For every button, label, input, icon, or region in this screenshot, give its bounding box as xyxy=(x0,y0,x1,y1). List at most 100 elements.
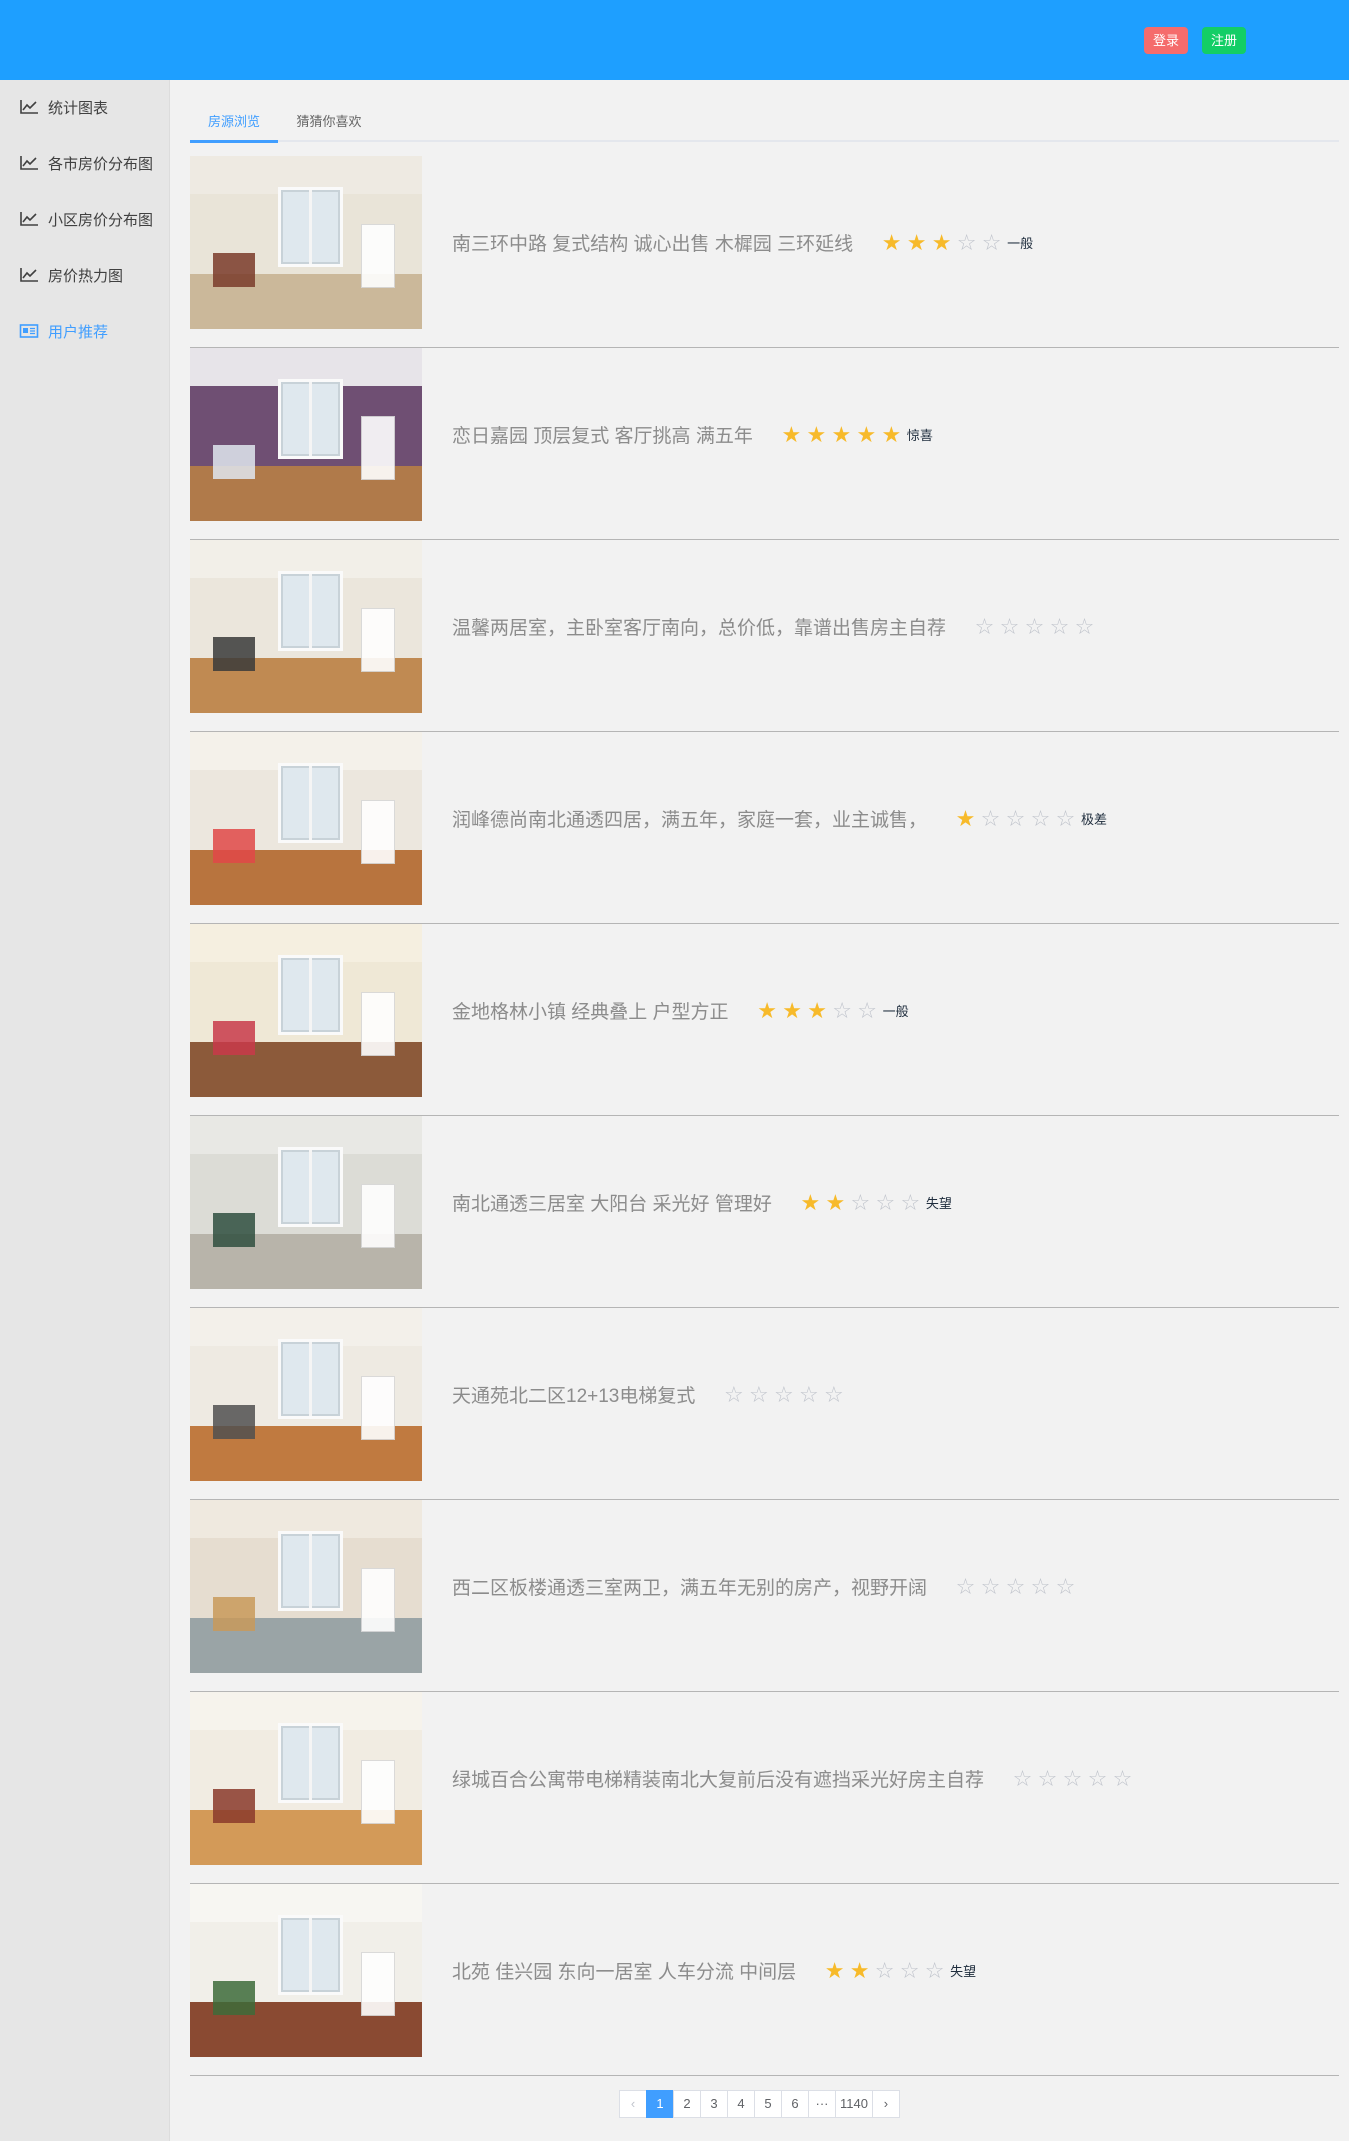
page-button-2[interactable]: 2 xyxy=(673,2090,701,2118)
sidebar-item-city-price-map[interactable]: 各市房价分布图 xyxy=(0,145,170,181)
sidebar-item-price-heatmap[interactable]: 房价热力图 xyxy=(0,257,170,293)
star-empty-icon[interactable]: ☆ xyxy=(1035,1767,1060,1790)
star-filled-icon[interactable]: ★ xyxy=(829,423,854,446)
listing-photo[interactable] xyxy=(190,348,422,521)
star-empty-icon[interactable]: ☆ xyxy=(979,231,1004,254)
listing-title[interactable]: 绿城百合公寓带电梯精装南北大复前后没有遮挡采光好房主自荐 xyxy=(452,1765,984,1792)
star-rating[interactable]: ★ ★ ☆ ☆ ☆ xyxy=(822,1959,947,1982)
star-rating[interactable]: ★ ★ ★ ★ ★ xyxy=(779,423,904,446)
star-filled-icon[interactable]: ★ xyxy=(779,423,804,446)
star-filled-icon[interactable]: ★ xyxy=(879,423,904,446)
star-rating[interactable]: ☆ ☆ ☆ ☆ ☆ xyxy=(721,1383,846,1406)
star-empty-icon[interactable]: ☆ xyxy=(1028,807,1053,830)
star-empty-icon[interactable]: ☆ xyxy=(997,615,1022,638)
prev-page-button[interactable]: ‹ xyxy=(619,2090,647,2118)
listing-photo[interactable] xyxy=(190,1308,422,1481)
tab-guess-you-like[interactable]: 猜猜你喜欢 xyxy=(286,102,372,142)
star-empty-icon[interactable]: ☆ xyxy=(855,999,880,1022)
listing-photo[interactable] xyxy=(190,1692,422,1865)
star-empty-icon[interactable]: ☆ xyxy=(821,1383,846,1406)
star-empty-icon[interactable]: ☆ xyxy=(1053,807,1078,830)
star-filled-icon[interactable]: ★ xyxy=(805,999,830,1022)
next-page-button[interactable]: › xyxy=(871,2090,900,2118)
page-button-6[interactable]: 6 xyxy=(781,2090,809,2118)
star-filled-icon[interactable]: ★ xyxy=(798,1191,823,1214)
star-empty-icon[interactable]: ☆ xyxy=(1085,1767,1110,1790)
listing-photo[interactable] xyxy=(190,924,422,1097)
listing-title[interactable]: 南北通透三居室 大阳台 采光好 管理好 xyxy=(452,1189,772,1216)
star-empty-icon[interactable]: ☆ xyxy=(1047,615,1072,638)
sidebar-item-user-recommend[interactable]: 用户推荐 xyxy=(0,313,170,349)
listing-title[interactable]: 西二区板楼通透三室两卫，满五年无别的房产，视野开阔 xyxy=(452,1573,927,1600)
star-filled-icon[interactable]: ★ xyxy=(780,999,805,1022)
listing-title[interactable]: 金地格林小镇 经典叠上 户型方正 xyxy=(452,997,729,1024)
star-empty-icon[interactable]: ☆ xyxy=(721,1383,746,1406)
star-empty-icon[interactable]: ☆ xyxy=(872,1959,897,1982)
star-rating[interactable]: ★ ★ ☆ ☆ ☆ xyxy=(798,1191,923,1214)
star-empty-icon[interactable]: ☆ xyxy=(796,1383,821,1406)
star-empty-icon[interactable]: ☆ xyxy=(771,1383,796,1406)
star-filled-icon[interactable]: ★ xyxy=(879,231,904,254)
star-filled-icon[interactable]: ★ xyxy=(804,423,829,446)
sidebar-item-community-price-map[interactable]: 小区房价分布图 xyxy=(0,201,170,237)
star-filled-icon[interactable]: ★ xyxy=(847,1959,872,1982)
listing-photo[interactable] xyxy=(190,1500,422,1673)
star-empty-icon[interactable]: ☆ xyxy=(848,1191,873,1214)
listing-title[interactable]: 润峰德尚南北通透四居，满五年，家庭一套，业主诚售， xyxy=(452,805,927,832)
star-empty-icon[interactable]: ☆ xyxy=(1003,807,1028,830)
star-empty-icon[interactable]: ☆ xyxy=(978,1575,1003,1598)
page-button-1[interactable]: 1 xyxy=(646,2090,674,2118)
star-filled-icon[interactable]: ★ xyxy=(854,423,879,446)
star-empty-icon[interactable]: ☆ xyxy=(897,1959,922,1982)
listing-photo[interactable] xyxy=(190,732,422,905)
star-filled-icon[interactable]: ★ xyxy=(929,231,954,254)
listing-title[interactable]: 恋日嘉园 顶层复式 客厅挑高 满五年 xyxy=(452,421,753,448)
star-filled-icon[interactable]: ★ xyxy=(904,231,929,254)
star-empty-icon[interactable]: ☆ xyxy=(1110,1767,1135,1790)
star-rating[interactable]: ★ ★ ★ ☆ ☆ xyxy=(755,999,880,1022)
star-empty-icon[interactable]: ☆ xyxy=(953,1575,978,1598)
star-filled-icon[interactable]: ★ xyxy=(822,1959,847,1982)
star-empty-icon[interactable]: ☆ xyxy=(1022,615,1047,638)
star-empty-icon[interactable]: ☆ xyxy=(1010,1767,1035,1790)
star-filled-icon[interactable]: ★ xyxy=(823,1191,848,1214)
star-empty-icon[interactable]: ☆ xyxy=(1053,1575,1078,1598)
star-rating[interactable]: ★ ★ ★ ☆ ☆ xyxy=(879,231,1004,254)
star-rating[interactable]: ☆ ☆ ☆ ☆ ☆ xyxy=(972,615,1097,638)
star-empty-icon[interactable]: ☆ xyxy=(873,1191,898,1214)
register-button[interactable]: 注册 xyxy=(1202,27,1247,54)
page-button-4[interactable]: 4 xyxy=(727,2090,755,2118)
listing-photo[interactable] xyxy=(190,1884,422,2057)
page-button-5[interactable]: 5 xyxy=(754,2090,782,2118)
star-empty-icon[interactable]: ☆ xyxy=(746,1383,771,1406)
star-empty-icon[interactable]: ☆ xyxy=(972,615,997,638)
star-empty-icon[interactable]: ☆ xyxy=(1003,1575,1028,1598)
star-filled-icon[interactable]: ★ xyxy=(953,807,978,830)
listing-title[interactable]: 南三环中路 复式结构 诚心出售 木樨园 三环延线 xyxy=(452,229,853,256)
star-empty-icon[interactable]: ☆ xyxy=(922,1959,947,1982)
star-empty-icon[interactable]: ☆ xyxy=(898,1191,923,1214)
tab-browse-listings[interactable]: 房源浏览 xyxy=(190,102,278,142)
page-button-last[interactable]: 1140 xyxy=(835,2090,873,2118)
star-empty-icon[interactable]: ☆ xyxy=(1072,615,1097,638)
star-empty-icon[interactable]: ☆ xyxy=(1060,1767,1085,1790)
star-rating[interactable]: ☆ ☆ ☆ ☆ ☆ xyxy=(1010,1767,1135,1790)
page-button-3[interactable]: 3 xyxy=(700,2090,728,2118)
star-filled-icon[interactable]: ★ xyxy=(755,999,780,1022)
listing-photo[interactable] xyxy=(190,1116,422,1289)
listing-photo[interactable] xyxy=(190,156,422,329)
sidebar-item-stats-chart[interactable]: 统计图表 xyxy=(0,89,170,125)
listing-photo[interactable] xyxy=(190,540,422,713)
star-empty-icon[interactable]: ☆ xyxy=(830,999,855,1022)
star-empty-icon[interactable]: ☆ xyxy=(978,807,1003,830)
star-rating[interactable]: ★ ☆ ☆ ☆ ☆ xyxy=(953,807,1078,830)
login-button[interactable]: 登录 xyxy=(1144,27,1189,54)
star-empty-icon[interactable]: ☆ xyxy=(954,231,979,254)
more-pages-ellipsis[interactable]: ··· xyxy=(808,2090,836,2118)
listing-info: 天通苑北二区12+13电梯复式 ☆ ☆ ☆ ☆ ☆ xyxy=(452,1308,849,1481)
listing-title[interactable]: 北苑 佳兴园 东向一居室 人车分流 中间层 xyxy=(452,1957,796,1984)
star-rating[interactable]: ☆ ☆ ☆ ☆ ☆ xyxy=(953,1575,1078,1598)
star-empty-icon[interactable]: ☆ xyxy=(1028,1575,1053,1598)
listing-title[interactable]: 天通苑北二区12+13电梯复式 xyxy=(452,1381,695,1408)
listing-title[interactable]: 温馨两居室，主卧室客厅南向，总价低，靠谱出售房主自荐 xyxy=(452,613,946,640)
